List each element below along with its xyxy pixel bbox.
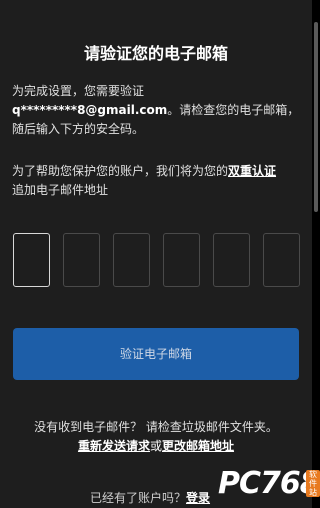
code-digit-input[interactable]	[263, 233, 300, 287]
have-account-text: 已经有了账户吗？	[90, 491, 187, 505]
instructions-text: 为完成设置，您需要验证 q*********8@gmail.com。请检查您的电…	[12, 82, 308, 139]
two-factor-text: 为了帮助您保护您的账户，我们将为您的双重认证 追加电子邮件地址	[12, 162, 308, 200]
two-factor-prefix: 为了帮助您保护您的账户，我们将为您的	[12, 164, 229, 178]
watermark-badge: 软件站	[306, 470, 320, 497]
sign-in-link[interactable]: 登录	[186, 491, 210, 505]
security-code-inputs	[13, 233, 300, 287]
code-digit-input[interactable]	[163, 233, 200, 287]
sign-in-row: 已经有了账户吗？登录	[90, 489, 210, 506]
verify-email-button[interactable]: 验证电子邮箱	[13, 328, 299, 380]
verify-email-panel: 请验证您的电子邮箱 为完成设置，您需要验证 q*********8@gmail.…	[0, 0, 312, 508]
instructions-line1: 为完成设置，您需要验证	[12, 84, 145, 98]
resend-request-link[interactable]: 重新发送请求	[78, 439, 150, 453]
code-digit-input[interactable]	[113, 233, 150, 287]
no-email-text: 没有收到电子邮件？ 请检查垃圾邮件文件夹。	[34, 420, 278, 434]
masked-email: q*********8@gmail.com	[12, 103, 168, 117]
scrollbar-thumb[interactable]	[314, 22, 318, 212]
code-digit-input[interactable]	[63, 233, 100, 287]
code-digit-input[interactable]	[213, 233, 250, 287]
change-email-link[interactable]: 更改邮箱地址	[162, 439, 234, 453]
watermark-logo: PC768	[218, 466, 320, 501]
watermark: PC768 软件站	[218, 462, 320, 508]
code-digit-input[interactable]	[13, 233, 50, 287]
two-factor-link[interactable]: 双重认证	[228, 164, 276, 178]
two-factor-suffix: 追加电子邮件地址	[12, 183, 109, 197]
or-text: 或	[149, 439, 162, 453]
resend-options: 重新发送请求或更改邮箱地址	[0, 437, 312, 454]
page-title: 请验证您的电子邮箱	[83, 44, 228, 63]
